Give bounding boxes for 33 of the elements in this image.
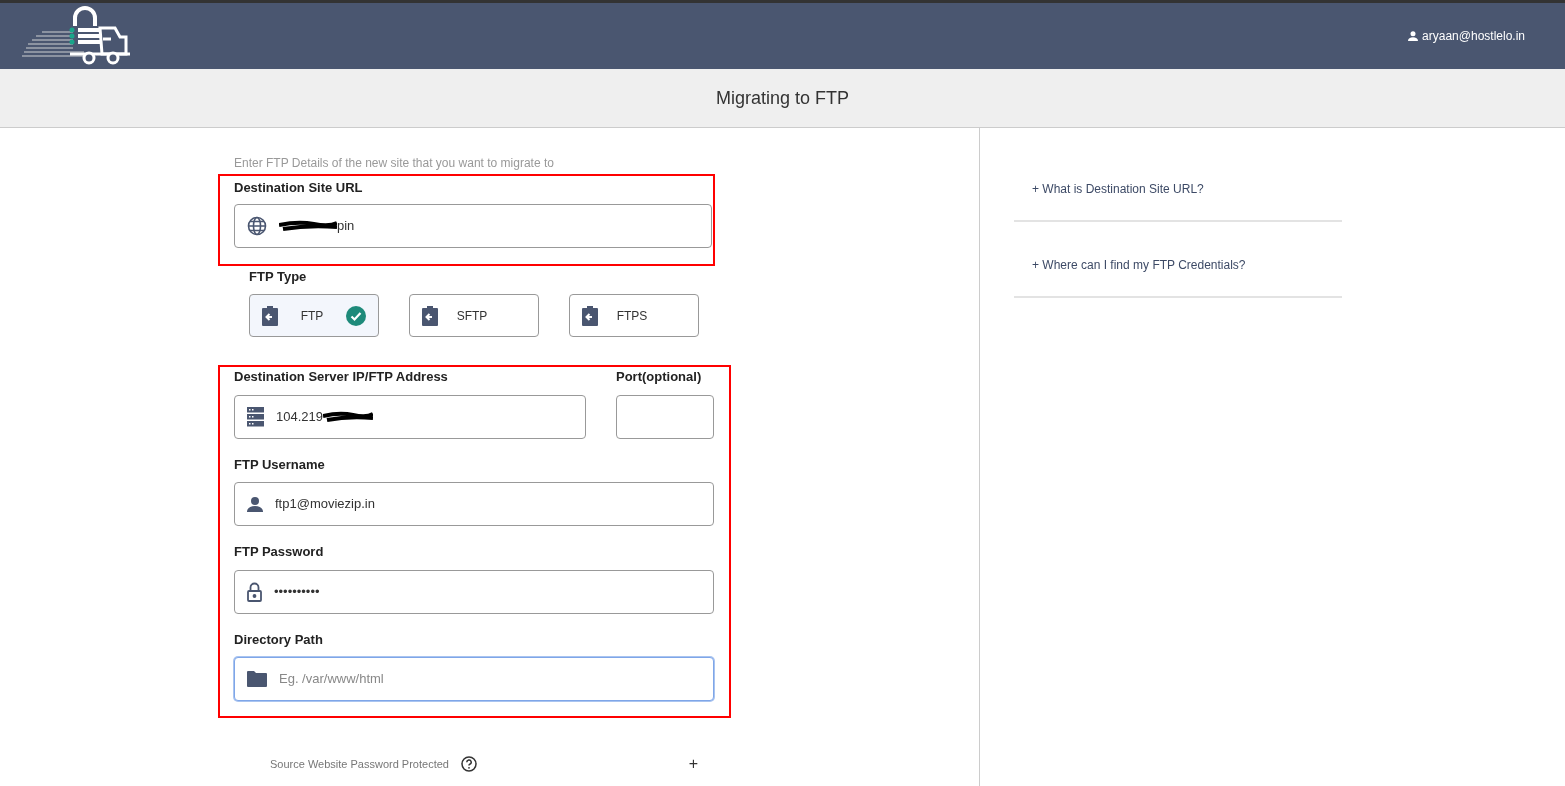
faq-item[interactable]: + Where can I find my FTP Credentials? [1032, 256, 1246, 274]
field-label: FTP Username [234, 455, 326, 474]
field-label: Directory Path [234, 630, 324, 649]
lock-icon [247, 581, 262, 602]
field-label: FTP Type [249, 267, 308, 286]
field-label: FTP Password [234, 543, 325, 561]
check-icon [346, 305, 366, 326]
field-label: Destination Server IP/FTP Address [234, 368, 449, 386]
redaction-scribble [279, 218, 337, 233]
redaction-scribble [323, 409, 373, 424]
username-field[interactable]: ftp1@moviezip.in [234, 482, 714, 526]
expand-toggle[interactable]: + [688, 752, 698, 776]
port-field[interactable] [616, 394, 714, 439]
user-icon [1408, 31, 1419, 41]
user-icon [247, 496, 263, 512]
folder-icon [247, 671, 267, 687]
password-field[interactable]: •••••••••• [234, 569, 714, 614]
server-icon [247, 406, 264, 427]
user-email[interactable]: aryaan@hostlelo.in [1422, 27, 1525, 45]
directory-path-field[interactable]: Eg. /var/www/html [234, 657, 714, 701]
hint-text: Enter FTP Details of the new site that you want to migrate to [233, 155, 555, 172]
server-address-field[interactable]: 104.219 [234, 394, 586, 439]
ftp-type-option[interactable]: FTPS [569, 294, 699, 337]
ftp-type-option[interactable]: SFTP [409, 294, 539, 337]
field-label: Destination Site URL [234, 179, 364, 197]
field-label: Port(optional) [616, 368, 703, 386]
password-protected-label: Source Website Password Protected [270, 756, 449, 772]
page-title: Migrating to FTP [715, 86, 849, 110]
globe-icon [247, 215, 267, 236]
url-field[interactable]: pin [234, 203, 712, 248]
ftp-type-option[interactable]: FTP [249, 294, 379, 337]
help-icon[interactable] [460, 756, 477, 772]
faq-item[interactable]: + What is Destination Site URL? [1032, 180, 1204, 198]
